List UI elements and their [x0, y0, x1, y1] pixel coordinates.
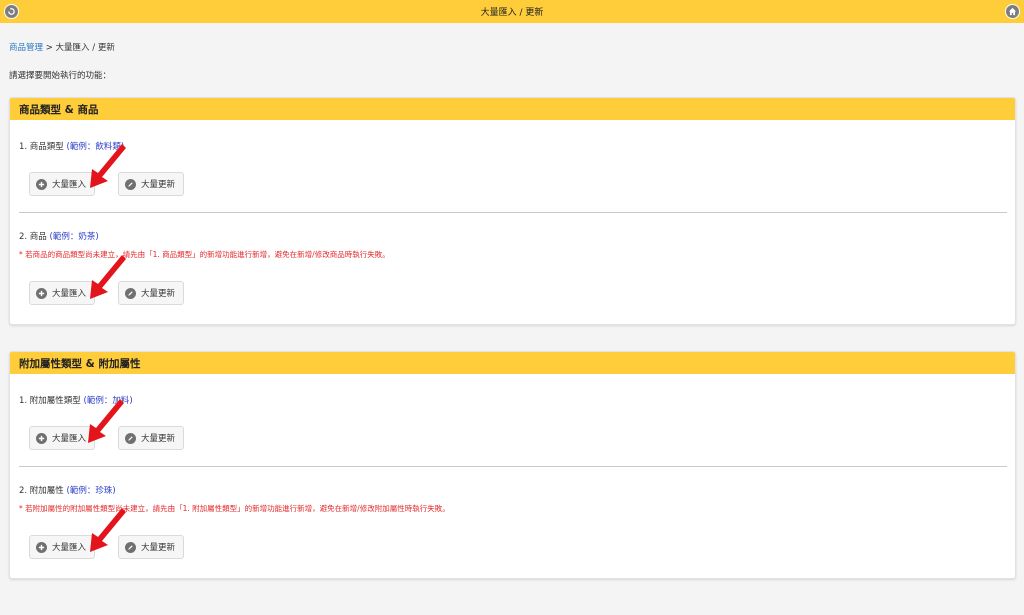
section-example: (範例：珍珠) — [66, 486, 116, 496]
button-row: 大量匯入 大量更新 — [29, 172, 185, 196]
bulk-import-label: 大量匯入 — [52, 180, 87, 190]
bulk-update-button[interactable]: 大量更新 — [118, 426, 185, 450]
bulk-update-label: 大量更新 — [141, 434, 176, 444]
section-title: 2. 附加屬性 (範例：珍珠) — [19, 484, 1007, 496]
section-title-text: 1. 商品類型 — [19, 142, 64, 152]
section-products: 2. 商品 (範例：奶茶) * 若商品的商品類型尚未建立，請先由「1. 商品類型… — [19, 230, 1007, 260]
plus-icon — [36, 287, 47, 299]
pencil-icon — [125, 178, 137, 190]
section-title-text: 2. 附加屬性 — [19, 486, 64, 496]
breadcrumb-separator: > — [45, 43, 53, 53]
section-example: (範例：飲料類) — [66, 142, 125, 152]
bulk-update-label: 大量更新 — [141, 180, 176, 190]
breadcrumb: 商品管理 > 大量匯入 / 更新 — [9, 41, 115, 53]
bulk-import-button[interactable]: 大量匯入 — [29, 426, 96, 450]
panel-addon-types-addons: 附加屬性類型 & 附加屬性 1. 附加屬性類型 (範例：加料) 大量匯入 大量更… — [9, 351, 1016, 579]
plus-icon — [36, 178, 47, 190]
bulk-import-button[interactable]: 大量匯入 — [29, 535, 96, 559]
top-bar: 大量匯入 / 更新 — [0, 0, 1024, 23]
plus-icon — [36, 541, 47, 553]
section-example: (範例：加料) — [83, 396, 133, 406]
panel-product-types-products: 商品類型 & 商品 1. 商品類型 (範例：飲料類) 大量匯入 大量更新 2. … — [9, 97, 1016, 325]
section-addons: 2. 附加屬性 (範例：珍珠) * 若附加屬性的附加屬性類型尚未建立，請先由「1… — [19, 484, 1007, 514]
warning-text: * 若附加屬性的附加屬性類型尚未建立，請先由「1. 附加屬性類型」的新增功能進行… — [19, 504, 450, 513]
section-title-text: 2. 商品 — [19, 232, 47, 242]
section-title-text: 1. 附加屬性類型 — [19, 396, 81, 406]
bulk-update-button[interactable]: 大量更新 — [118, 535, 185, 559]
bulk-update-label: 大量更新 — [141, 543, 176, 553]
bulk-import-label: 大量匯入 — [52, 543, 87, 553]
section-title: 2. 商品 (範例：奶茶) — [19, 230, 1007, 242]
pencil-icon — [125, 541, 137, 553]
back-icon — [8, 7, 15, 15]
bulk-import-label: 大量匯入 — [52, 434, 87, 444]
panel-header: 附加屬性類型 & 附加屬性 — [10, 352, 1015, 374]
section-title: 1. 商品類型 (範例：飲料類) — [19, 140, 1007, 152]
page-title: 大量匯入 / 更新 — [480, 8, 544, 18]
button-row: 大量匯入 大量更新 — [29, 426, 185, 450]
breadcrumb-current: 大量匯入 / 更新 — [55, 43, 115, 53]
pencil-icon — [125, 287, 137, 299]
plus-icon — [36, 432, 47, 444]
divider — [19, 466, 1007, 467]
section-addon-types: 1. 附加屬性類型 (範例：加料) — [19, 394, 1007, 406]
panel-header: 商品類型 & 商品 — [10, 98, 1015, 120]
bulk-update-label: 大量更新 — [141, 289, 176, 299]
instruction-text: 請選擇要開始執行的功能： — [9, 71, 112, 81]
bulk-update-button[interactable]: 大量更新 — [118, 281, 185, 305]
bulk-import-button[interactable]: 大量匯入 — [29, 281, 96, 305]
back-button[interactable] — [4, 4, 19, 19]
section-example: (範例：奶茶) — [49, 232, 99, 242]
section-product-types: 1. 商品類型 (範例：飲料類) — [19, 140, 1007, 152]
breadcrumb-link-product-management[interactable]: 商品管理 — [9, 43, 43, 53]
section-title: 1. 附加屬性類型 (範例：加料) — [19, 394, 1007, 406]
warning-text: * 若商品的商品類型尚未建立，請先由「1. 商品類型」的新增功能進行新增，避免在… — [19, 250, 390, 259]
bulk-update-button[interactable]: 大量更新 — [118, 172, 185, 196]
button-row: 大量匯入 大量更新 — [29, 535, 185, 559]
home-icon — [1008, 7, 1017, 16]
home-button[interactable] — [1005, 4, 1020, 19]
divider — [19, 212, 1007, 213]
bulk-import-label: 大量匯入 — [52, 289, 87, 299]
bulk-import-button[interactable]: 大量匯入 — [29, 172, 96, 196]
button-row: 大量匯入 大量更新 — [29, 281, 185, 305]
pencil-icon — [125, 432, 137, 444]
